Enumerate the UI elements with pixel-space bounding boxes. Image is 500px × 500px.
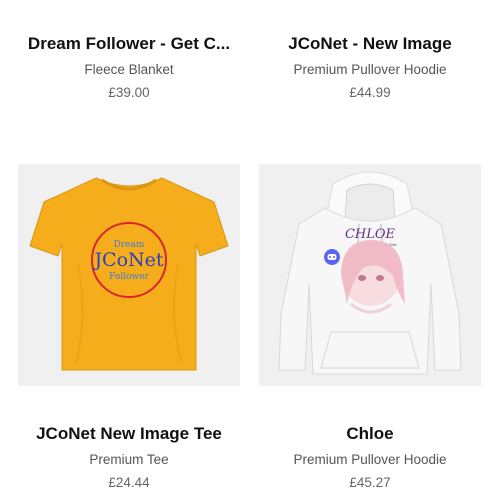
- product-grid: Dream Follower - Get C... Fleece Blanket…: [0, 0, 500, 500]
- product-title[interactable]: JCoNet - New Image: [259, 34, 481, 54]
- product-card-tee[interactable]: Dream JCoNet Follower JCoNet New Image T…: [18, 164, 240, 490]
- logo-small-bottom: Follower: [109, 272, 149, 282]
- product-price: £44.99: [349, 85, 391, 100]
- product-card-hoodie-jconet[interactable]: JCoNet - New Image Premium Pullover Hood…: [259, 34, 481, 100]
- product-info: Dream Follower - Get C... Fleece Blanket…: [18, 34, 240, 100]
- product-type: Premium Tee: [89, 452, 169, 467]
- product-price: £39.00: [108, 85, 150, 100]
- product-title[interactable]: Chloe: [259, 424, 481, 444]
- tshirt-image: Dream JCoNet Follower: [29, 177, 229, 371]
- product-card-blanket[interactable]: Dream Follower - Get C... Fleece Blanket…: [18, 34, 240, 100]
- product-price: £24.44: [108, 475, 150, 490]
- product-type: Premium Pullover Hoodie: [293, 62, 447, 77]
- product-type: Fleece Blanket: [84, 62, 174, 77]
- hoodie-image: CHLOE by JesNet: [278, 171, 462, 375]
- logo-text: JCoNet: [92, 249, 163, 271]
- product-price: £45.27: [349, 475, 391, 490]
- discord-icon: [324, 249, 340, 265]
- product-info: Chloe Premium Pullover Hoodie £45.27: [259, 424, 481, 490]
- art-title: CHLOE: [345, 227, 396, 242]
- product-type: Premium Pullover Hoodie: [293, 452, 447, 467]
- product-image-tee[interactable]: Dream JCoNet Follower: [18, 164, 240, 386]
- product-card-hoodie-chloe[interactable]: CHLOE by JesNet Chloe: [259, 164, 481, 490]
- product-image-hoodie[interactable]: CHLOE by JesNet: [259, 164, 481, 386]
- product-title[interactable]: Dream Follower - Get C...: [18, 34, 240, 54]
- product-info: JCoNet New Image Tee Premium Tee £24.44: [18, 424, 240, 490]
- product-title[interactable]: JCoNet New Image Tee: [18, 424, 240, 444]
- product-info: JCoNet - New Image Premium Pullover Hood…: [259, 34, 481, 100]
